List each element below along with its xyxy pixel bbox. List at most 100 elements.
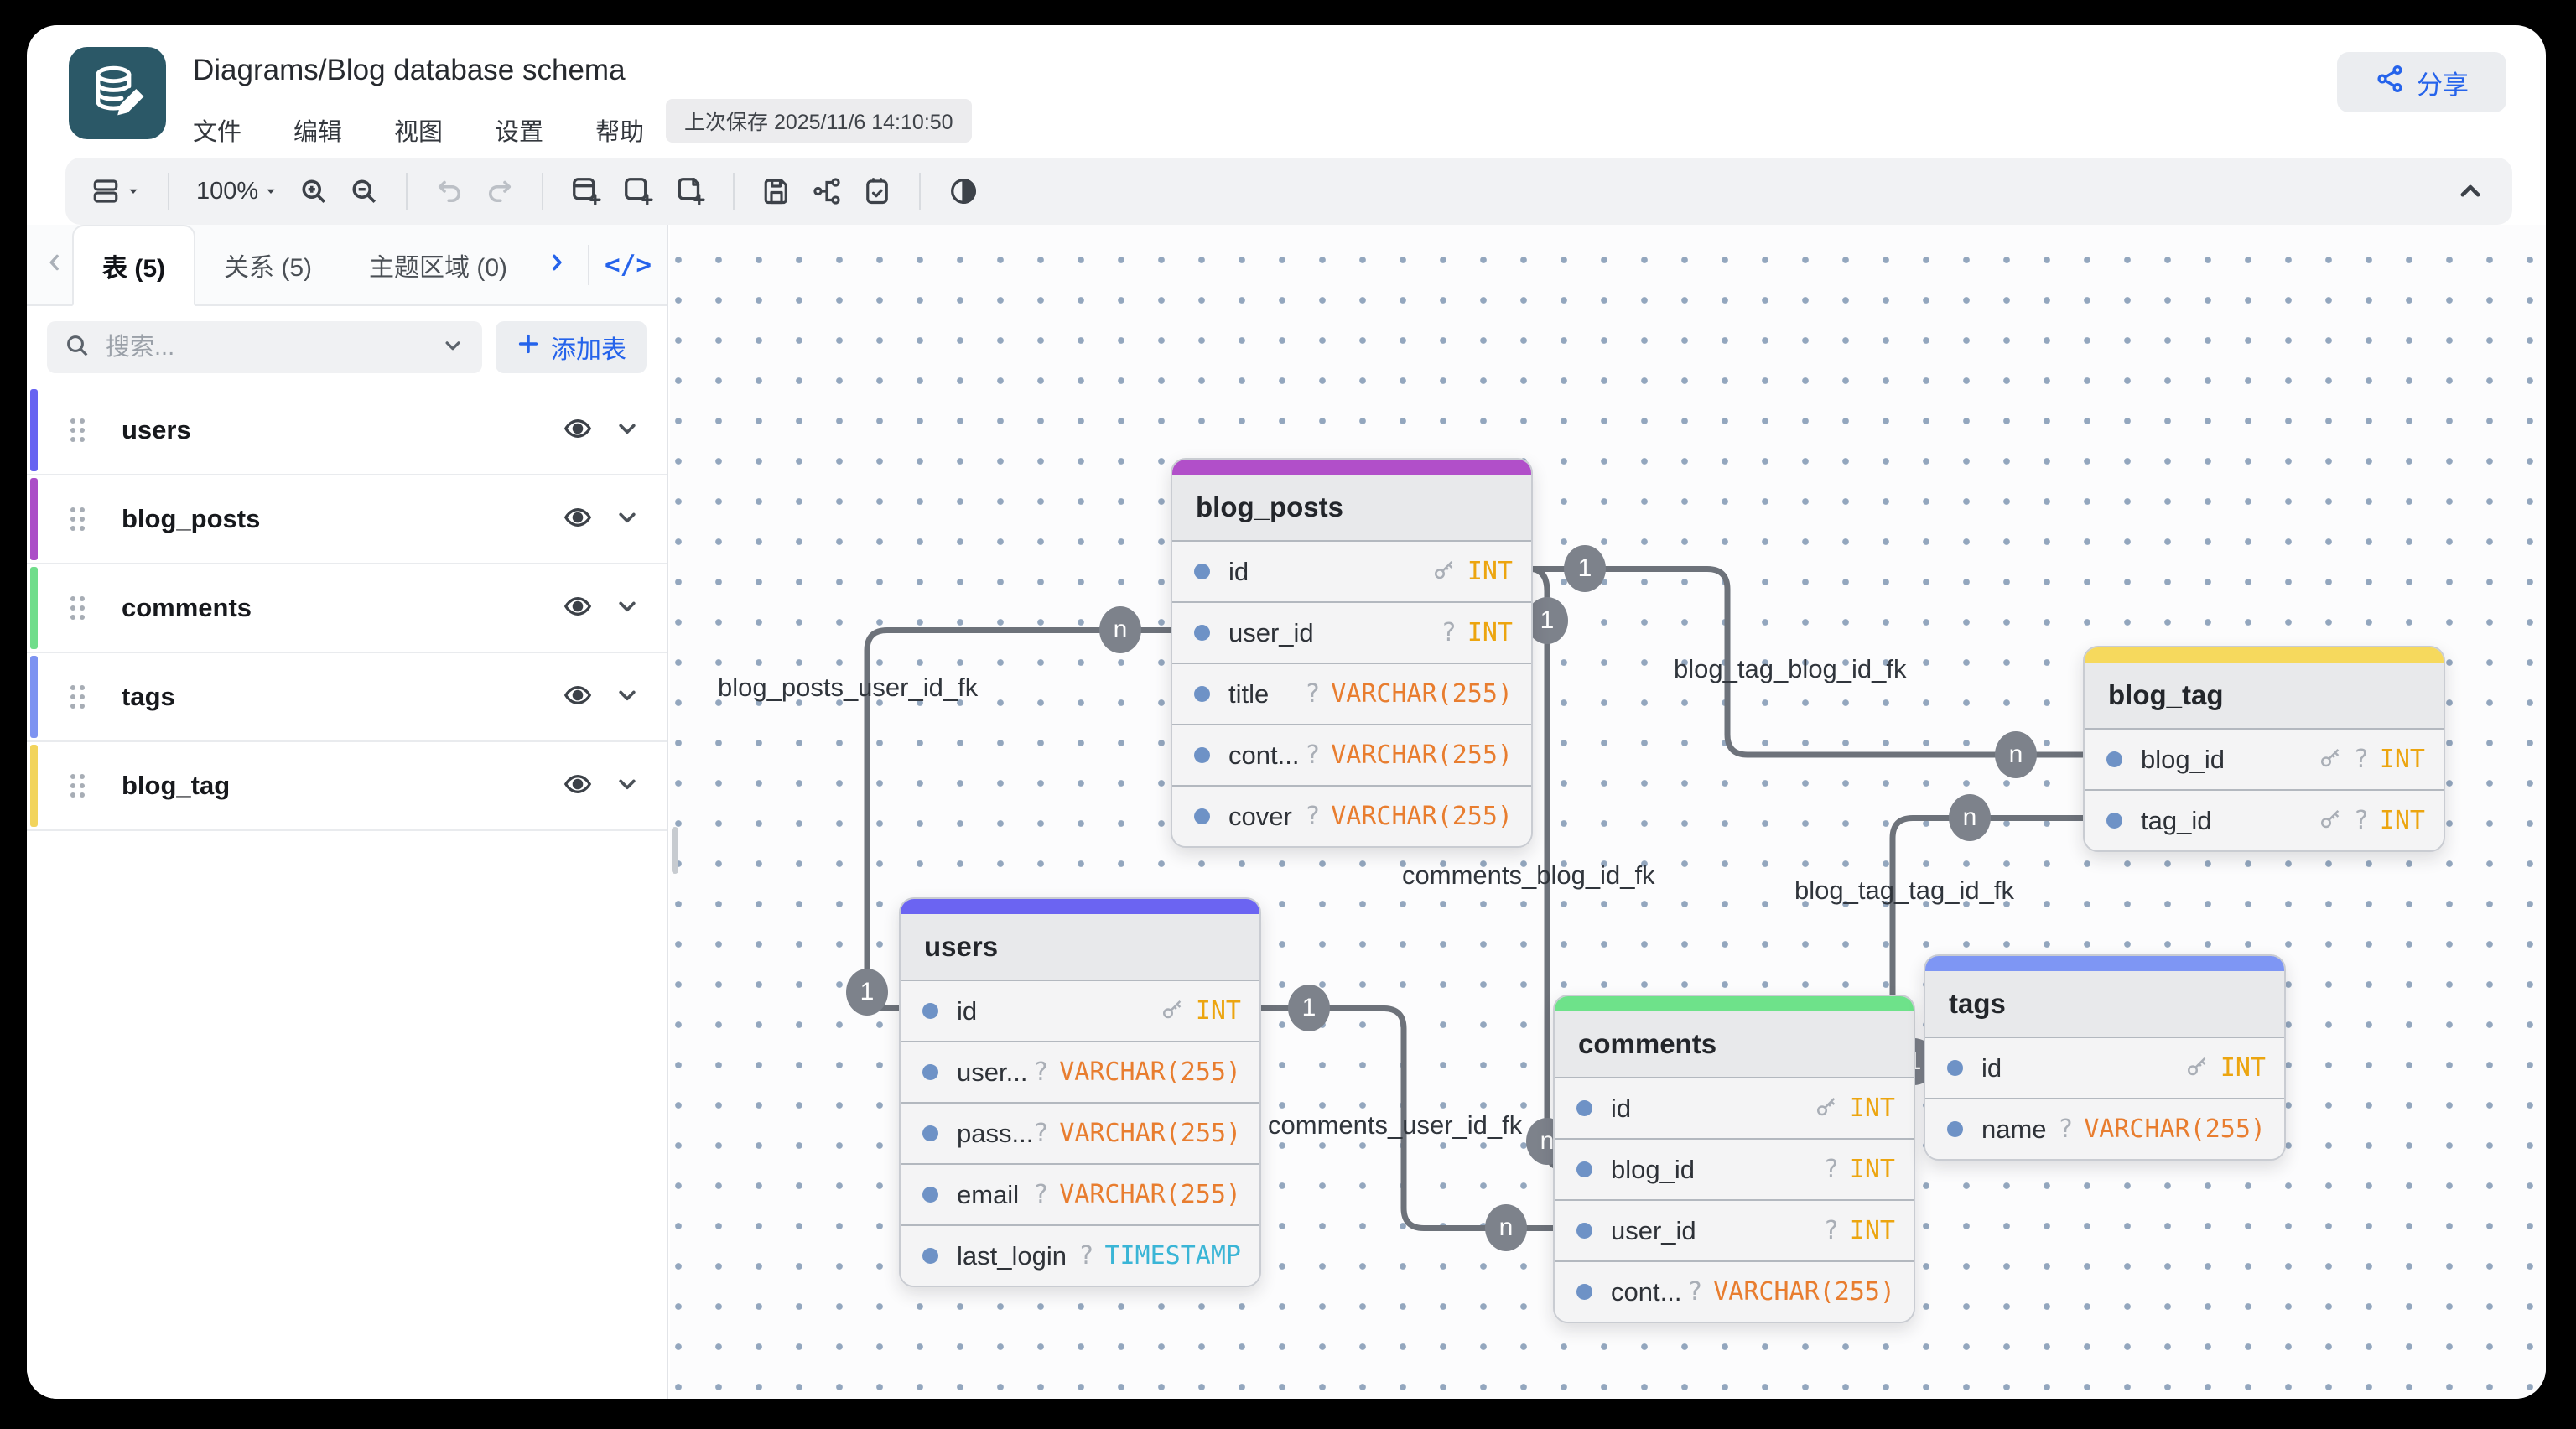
- relationship-label[interactable]: comments_blog_id_fk: [1402, 860, 1655, 891]
- table-field-row[interactable]: pass...?VARCHAR(255): [901, 1102, 1259, 1163]
- table-field-row[interactable]: title?VARCHAR(255): [1172, 663, 1531, 724]
- menu-file[interactable]: 文件: [191, 109, 243, 151]
- field-name: id: [1611, 1094, 1631, 1124]
- menu-edit[interactable]: 编辑: [292, 109, 344, 151]
- relationships-button[interactable]: [812, 176, 842, 206]
- field-type: TIMESTAMP: [1104, 1241, 1241, 1271]
- relationship-label[interactable]: comments_user_id_fk: [1268, 1110, 1522, 1141]
- add-table-button[interactable]: [570, 175, 602, 207]
- menu-settings[interactable]: 设置: [493, 109, 545, 151]
- table-field-row[interactable]: last_login?TIMESTAMP: [901, 1224, 1259, 1286]
- diagram-table[interactable]: blog_posts idINTuser_id?INTtitle?VARCHAR…: [1171, 458, 1533, 848]
- visibility-eye-icon[interactable]: [563, 680, 593, 714]
- table-search[interactable]: [47, 321, 482, 373]
- table-header[interactable]: blog_tag: [2085, 663, 2444, 728]
- field-name: blog_id: [2141, 745, 2225, 775]
- drag-handle-icon[interactable]: [70, 507, 85, 531]
- diagram-table[interactable]: users idINTuser...?VARCHAR(255)pass...?V…: [899, 897, 1261, 1287]
- visibility-eye-icon[interactable]: [563, 413, 593, 448]
- add-table-button-sidebar[interactable]: 添加表: [496, 321, 647, 373]
- save-button[interactable]: [761, 176, 792, 206]
- todo-button[interactable]: [862, 176, 892, 206]
- relationship-label[interactable]: blog_tag_blog_id_fk: [1674, 654, 1907, 684]
- table-field-row[interactable]: idINT: [1555, 1077, 1914, 1138]
- menu-help[interactable]: 帮助: [594, 109, 646, 151]
- zoom-in-button[interactable]: [299, 176, 329, 206]
- field-dot-icon: [2106, 751, 2122, 767]
- chevron-down-icon[interactable]: [613, 592, 641, 625]
- sidebar-table-row[interactable]: blog_posts: [27, 475, 667, 564]
- table-field-row[interactable]: user_id?INT: [1555, 1199, 1914, 1260]
- sidebar-table-row[interactable]: tags: [27, 653, 667, 742]
- table-header[interactable]: blog_posts: [1172, 475, 1531, 540]
- theme-contrast-button[interactable]: [948, 175, 979, 207]
- tab-subject-areas[interactable]: 主题区域 (0): [340, 225, 536, 304]
- table-field-row[interactable]: cont...?VARCHAR(255): [1555, 1260, 1914, 1322]
- sidebar-resize-handle[interactable]: [672, 827, 678, 874]
- zoom-level-select[interactable]: 100%: [196, 178, 278, 205]
- redo-icon: [485, 176, 515, 206]
- tab-relationships[interactable]: 关系 (5): [195, 225, 340, 304]
- chevron-down-icon[interactable]: [613, 503, 641, 536]
- relationship-label[interactable]: blog_tag_tag_id_fk: [1794, 876, 2014, 906]
- chevron-down-icon[interactable]: [613, 414, 641, 447]
- table-field-row[interactable]: email?VARCHAR(255): [901, 1163, 1259, 1224]
- table-field-row[interactable]: blog_id?INT: [1555, 1138, 1914, 1199]
- toolbar-divider: [733, 173, 735, 210]
- cardinality-badge: n: [1995, 731, 2037, 778]
- field-dot-icon: [1576, 1100, 1592, 1116]
- drag-handle-icon[interactable]: [70, 596, 85, 620]
- table-header[interactable]: tags: [1925, 971, 2284, 1037]
- chevron-down-icon[interactable]: [613, 770, 641, 803]
- field-dot-icon: [2106, 813, 2122, 829]
- add-area-button[interactable]: [622, 175, 654, 207]
- drag-handle-icon[interactable]: [70, 774, 85, 798]
- add-note-button[interactable]: [674, 175, 706, 207]
- collapse-sidebar-button[interactable]: [42, 250, 67, 279]
- layout-view-button[interactable]: [91, 176, 141, 206]
- add-note-icon: [674, 175, 706, 207]
- table-field-row[interactable]: idINT: [901, 980, 1259, 1041]
- sidebar-table-row[interactable]: blog_tag: [27, 742, 667, 831]
- chevron-down-icon[interactable]: [440, 333, 465, 362]
- collapse-toolbar-button[interactable]: [2454, 174, 2487, 208]
- drag-handle-icon[interactable]: [70, 418, 85, 442]
- table-field-row[interactable]: blog_id?INT: [2085, 728, 2444, 789]
- undo-button[interactable]: [434, 176, 465, 206]
- table-field-row[interactable]: user_id?INT: [1172, 601, 1531, 663]
- relationship-label[interactable]: blog_posts_user_id_fk: [718, 673, 978, 703]
- visibility-eye-icon[interactable]: [563, 769, 593, 803]
- toolbar-divider: [406, 173, 408, 210]
- zoom-out-button[interactable]: [349, 176, 379, 206]
- table-field-row[interactable]: tag_id?INT: [2085, 789, 2444, 850]
- diagram-canvas[interactable]: blog_posts_user_id_fk 1 n blog_tag_blog_…: [670, 225, 2546, 1399]
- table-header[interactable]: users: [901, 914, 1259, 980]
- table-field-row[interactable]: idINT: [1925, 1037, 2284, 1098]
- search-input[interactable]: [106, 334, 425, 361]
- drag-handle-icon[interactable]: [70, 685, 85, 709]
- visibility-eye-icon[interactable]: [563, 502, 593, 537]
- share-label: 分享: [2417, 64, 2469, 101]
- table-field-row[interactable]: cover?VARCHAR(255): [1172, 785, 1531, 846]
- diagram-table[interactable]: comments idINTblog_id?INTuser_id?INTcont…: [1553, 995, 1915, 1323]
- chevron-down-icon[interactable]: [613, 681, 641, 714]
- sidebar-table-row[interactable]: users: [27, 387, 667, 475]
- tabs-next-button[interactable]: [544, 250, 569, 279]
- diagram-table[interactable]: tags idINTname?VARCHAR(255): [1924, 954, 2286, 1161]
- table-field-row[interactable]: cont...?VARCHAR(255): [1172, 724, 1531, 785]
- diagram-table[interactable]: blog_tag blog_id?INTtag_id?INT: [2083, 646, 2445, 852]
- field-name: user_id: [1228, 618, 1314, 648]
- menu-view[interactable]: 视图: [392, 109, 444, 151]
- visibility-eye-icon[interactable]: [563, 591, 593, 626]
- table-field-row[interactable]: idINT: [1172, 540, 1531, 601]
- code-view-button[interactable]: </>: [605, 250, 652, 280]
- table-header[interactable]: comments: [1555, 1011, 1914, 1077]
- table-field-row[interactable]: user...?VARCHAR(255): [901, 1041, 1259, 1102]
- share-button[interactable]: 分享: [2337, 52, 2506, 112]
- field-type: VARCHAR(255): [1331, 802, 1513, 831]
- table-name: users: [122, 415, 543, 445]
- sidebar-table-row[interactable]: comments: [27, 564, 667, 653]
- table-field-row[interactable]: name?VARCHAR(255): [1925, 1098, 2284, 1159]
- redo-button[interactable]: [485, 176, 515, 206]
- tab-tables[interactable]: 表 (5): [72, 225, 195, 306]
